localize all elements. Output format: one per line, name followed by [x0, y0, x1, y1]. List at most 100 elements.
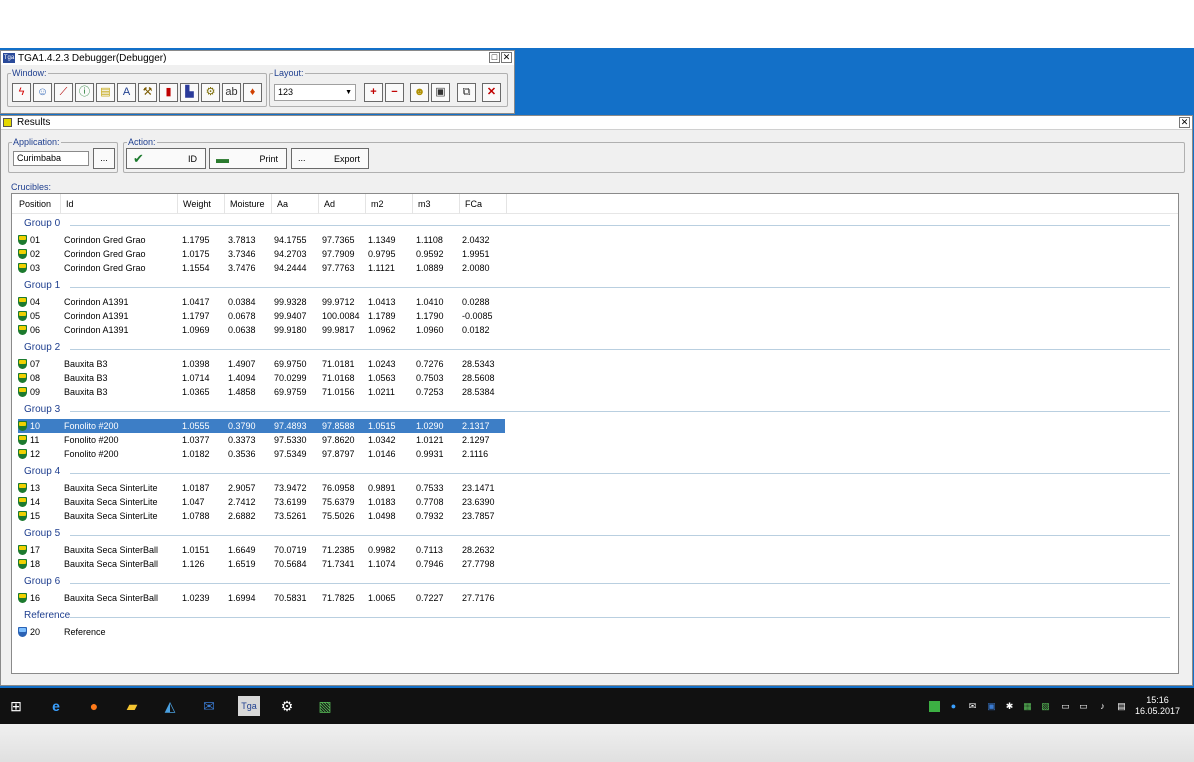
- column-header[interactable]: Weight: [179, 194, 225, 214]
- layout-select[interactable]: 123 ▼: [274, 84, 356, 101]
- info-icon[interactable]: ⓘ: [75, 83, 94, 102]
- cell-aa: 97.5349: [274, 449, 307, 459]
- cell-ad: 75.6379: [322, 497, 355, 507]
- skype-icon[interactable]: ●: [948, 701, 959, 712]
- column-header[interactable]: m2: [367, 194, 413, 214]
- plus-icon[interactable]: +: [364, 83, 383, 102]
- table-row[interactable]: 06 Corindon A1391 1.0969 0.0638 99.9180 99.98…: [18, 323, 505, 337]
- network-icon[interactable]: ▭: [1078, 701, 1089, 712]
- minus-icon[interactable]: −: [385, 83, 404, 102]
- table-row[interactable]: 12 Fonolito #200 1.0182 0.3536 97.5349 97.879…: [18, 447, 505, 461]
- column-header[interactable]: FCa: [461, 194, 507, 214]
- outlook-icon[interactable]: ✉: [199, 696, 219, 716]
- firefox-icon[interactable]: ●: [84, 696, 104, 716]
- gear-icon[interactable]: ⚙: [201, 83, 220, 102]
- table-row[interactable]: 11 Fonolito #200 1.0377 0.3373 97.5330 97.862…: [18, 433, 505, 447]
- tool-icon[interactable]: ⚒: [138, 83, 157, 102]
- table-row[interactable]: 09 Bauxita B3 1.0365 1.4858 69.9759 71.0156 1.…: [18, 385, 505, 399]
- cell-weight: 1.0187: [182, 483, 210, 493]
- copy-icon[interactable]: ⧉: [457, 83, 476, 102]
- close-layout-icon[interactable]: ✕: [482, 83, 501, 102]
- table-row[interactable]: 03 Corindon Gred Grao 1.1554 3.7476 94.2444 9…: [18, 261, 505, 275]
- cell-weight: 1.126: [182, 559, 205, 569]
- cell-m3: 0.7113: [416, 545, 443, 555]
- cell-m3: 0.9931: [416, 449, 444, 459]
- column-header[interactable]: Position: [15, 194, 61, 214]
- cell-weight: 1.0398: [182, 359, 210, 369]
- table-row[interactable]: 15 Bauxita Seca SinterLite 1.0788 2.6882 73.…: [18, 509, 505, 523]
- table-row[interactable]: 07 Bauxita B3 1.0398 1.4907 69.9750 71.0181 1.…: [18, 357, 505, 371]
- app-tray-icon-2[interactable]: ▧: [1040, 701, 1051, 712]
- cell-weight: 1.0151: [182, 545, 210, 555]
- windows-start-icon[interactable]: ⊞: [6, 696, 26, 716]
- browse-button[interactable]: ...: [93, 148, 115, 169]
- cell-id: Corindon Gred Grao: [64, 249, 146, 259]
- bell-icon[interactable]: ♦: [243, 83, 262, 102]
- cell-id: Bauxita Seca SinterBall: [64, 545, 159, 555]
- cell-moisture: 1.4907: [228, 359, 256, 369]
- chart-icon[interactable]: ⟋: [54, 83, 73, 102]
- column-header[interactable]: Moisture: [226, 194, 272, 214]
- clock-date: 16.05.2017: [1134, 706, 1180, 716]
- cell-weight: 1.0714: [182, 373, 210, 383]
- table-row[interactable]: 01 Corindon Gred Grao 1.1795 3.7813 94.1755 9…: [18, 233, 505, 247]
- table-row[interactable]: 10 Fonolito #200 1.0555 0.3790 97.4893 97.858…: [18, 419, 505, 433]
- settings-icon[interactable]: ⚙: [277, 696, 297, 716]
- column-header[interactable]: Aa: [273, 194, 319, 214]
- book-icon[interactable]: ▙: [180, 83, 199, 102]
- volume-icon[interactable]: ♪: [1097, 701, 1108, 712]
- cell-aa: 99.9180: [274, 325, 307, 335]
- table-row[interactable]: 20 Reference: [18, 625, 505, 639]
- cell-m2: 1.0563: [368, 373, 396, 383]
- cell-ad: 71.2385: [322, 545, 355, 555]
- battery-tray-icon[interactable]: ▭: [1060, 701, 1071, 712]
- text-a-icon[interactable]: A: [117, 83, 136, 102]
- id-button[interactable]: ✔ ID: [126, 148, 206, 169]
- application-input[interactable]: Curimbaba: [13, 151, 89, 166]
- crucibles-list[interactable]: Position Id Weight Moisture Aa Ad m2 m3 …: [11, 193, 1179, 674]
- table-row[interactable]: 02 Corindon Gred Grao 1.0175 3.7346 94.2703 9…: [18, 247, 505, 261]
- debugger-title-bar[interactable]: Tga TGA1.4.2.3 Debugger(Debugger) □ ✕: [1, 51, 514, 65]
- export-button[interactable]: ... Export: [291, 148, 369, 169]
- cell-id: Bauxita Seca SinterLite: [64, 497, 158, 507]
- results-close-icon[interactable]: ✕: [1179, 117, 1190, 128]
- table-row[interactable]: 05 Corindon A1391 1.1797 0.0678 99.9407 100.0…: [18, 309, 505, 323]
- green-tray-icon[interactable]: [929, 701, 940, 712]
- chart-app-icon[interactable]: ◭: [160, 696, 180, 716]
- cell-moisture: 3.7346: [228, 249, 256, 259]
- app-tray-icon[interactable]: ▦: [1022, 701, 1033, 712]
- column-header[interactable]: Ad: [320, 194, 366, 214]
- restore-icon[interactable]: □: [489, 52, 500, 63]
- table-row[interactable]: 17 Bauxita Seca SinterBall 1.0151 1.6649 70.…: [18, 543, 505, 557]
- cell-m3: 1.1108: [416, 235, 443, 245]
- table-row[interactable]: 04 Corindon A1391 1.0417 0.0384 99.9328 99.97…: [18, 295, 505, 309]
- notification-icon[interactable]: ▤: [1116, 701, 1127, 712]
- bluetooth-icon[interactable]: ✱: [1004, 701, 1015, 712]
- table-row[interactable]: 14 Bauxita Seca SinterLite 1.047 2.7412 73.6…: [18, 495, 505, 509]
- table-row[interactable]: 16 Bauxita Seca SinterBall 1.0239 1.6994 70.…: [18, 591, 505, 605]
- close-icon[interactable]: ✕: [501, 52, 512, 63]
- screen-icon[interactable]: ▣: [431, 83, 450, 102]
- outlook-tray-icon[interactable]: ▣: [986, 701, 997, 712]
- results-title-bar[interactable]: Results ✕: [1, 116, 1192, 130]
- smiley-icon[interactable]: ☺: [33, 83, 52, 102]
- tga-app-icon[interactable]: Tga: [238, 696, 260, 716]
- internet-explorer-icon[interactable]: e: [46, 696, 66, 716]
- table-row[interactable]: 13 Bauxita Seca SinterLite 1.0187 2.9057 73.…: [18, 481, 505, 495]
- print-button[interactable]: ▬ Print: [209, 148, 287, 169]
- clock[interactable]: 15:16 16.05.2017: [1135, 695, 1180, 717]
- abc-icon[interactable]: ab: [222, 83, 241, 102]
- cell-aa: 73.6199: [274, 497, 307, 507]
- note-icon[interactable]: ▤: [96, 83, 115, 102]
- table-row[interactable]: 08 Bauxita B3 1.0714 1.4094 70.0299 71.0168 1.…: [18, 371, 505, 385]
- group-header: Group 5: [12, 528, 1178, 542]
- green-app-icon[interactable]: ▧: [315, 696, 335, 716]
- column-header[interactable]: m3: [414, 194, 460, 214]
- yellow-face-icon[interactable]: ☻: [410, 83, 429, 102]
- column-header[interactable]: Id: [62, 194, 178, 214]
- battery-icon[interactable]: ▮: [159, 83, 178, 102]
- lightning-icon[interactable]: ϟ: [12, 83, 31, 102]
- table-row[interactable]: 18 Bauxita Seca SinterBall 1.126 1.6519 70.5…: [18, 557, 505, 571]
- file-explorer-icon[interactable]: ▰: [122, 696, 142, 716]
- mail-icon[interactable]: ✉: [967, 701, 978, 712]
